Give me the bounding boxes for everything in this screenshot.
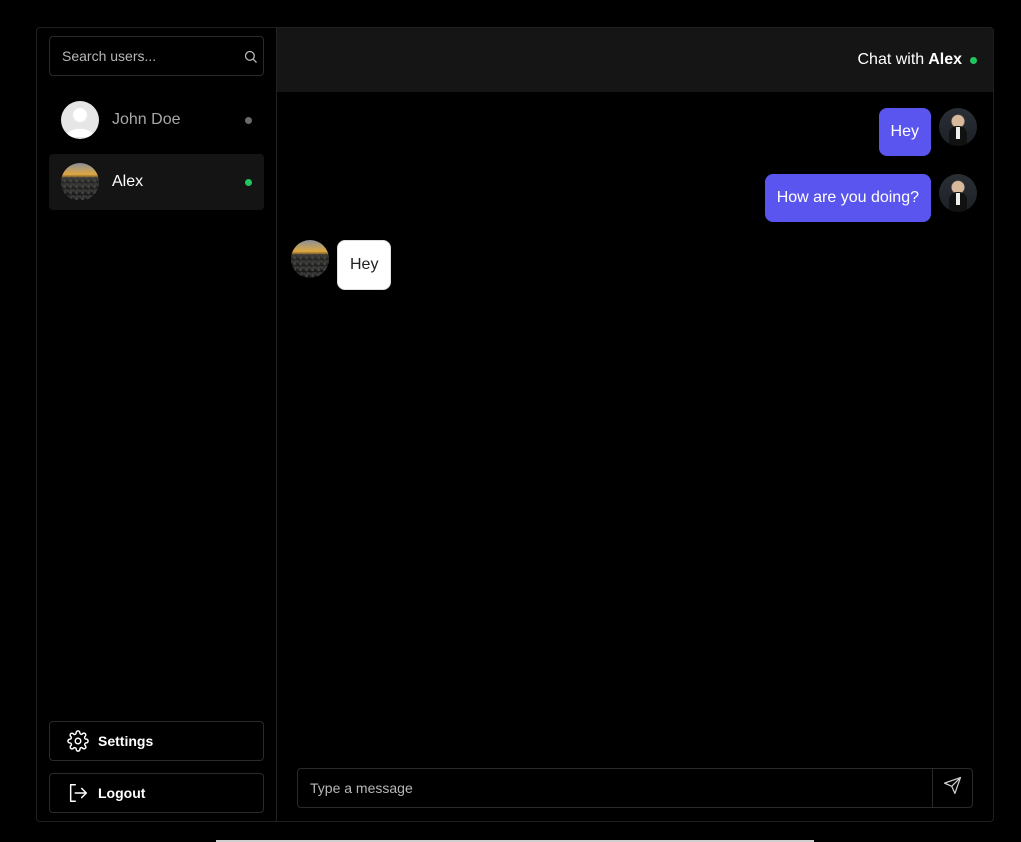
message-list: Hey How are you doing? Hey	[277, 92, 993, 290]
avatar	[61, 163, 99, 201]
search-input[interactable]	[62, 48, 243, 64]
message-input[interactable]	[298, 769, 932, 807]
status-dot-offline	[245, 116, 252, 124]
settings-button[interactable]: Settings	[49, 721, 264, 761]
chat-app: John Doe Alex Settings Logout	[36, 27, 994, 822]
avatar	[61, 101, 99, 139]
send-button[interactable]	[932, 769, 972, 807]
user-item-john-doe[interactable]: John Doe	[49, 92, 264, 148]
avatar	[939, 108, 977, 146]
user-name: John Doe	[112, 111, 181, 128]
chat-header: Chat with Alex	[277, 28, 993, 92]
user-name: Alex	[112, 173, 144, 190]
search-box[interactable]	[49, 36, 264, 76]
settings-label: Settings	[98, 733, 154, 749]
search-icon[interactable]	[243, 47, 258, 65]
gear-icon	[66, 729, 90, 753]
message-composer	[297, 768, 973, 808]
status-dot-online	[245, 178, 252, 186]
message-outgoing: Hey	[291, 108, 977, 156]
user-item-alex[interactable]: Alex	[49, 154, 264, 210]
status-dot-online	[970, 56, 977, 64]
message-incoming: Hey	[291, 240, 977, 290]
logout-label: Logout	[98, 785, 146, 801]
logout-button[interactable]: Logout	[49, 773, 264, 813]
sidebar-actions: Settings Logout	[49, 709, 264, 813]
send-icon	[943, 776, 962, 800]
message-bubble: How are you doing?	[764, 174, 931, 222]
logout-icon	[66, 781, 90, 805]
message-bubble: Hey	[337, 240, 392, 290]
message-bubble: Hey	[878, 108, 931, 156]
chat-header-name: Alex	[928, 51, 962, 68]
sidebar: John Doe Alex Settings Logout	[37, 28, 277, 821]
chat-panel: Chat with Alex Hey How are you doing? He…	[277, 28, 993, 821]
message-outgoing: How are you doing?	[291, 174, 977, 222]
avatar	[291, 240, 329, 278]
avatar	[939, 174, 977, 212]
user-list: John Doe Alex	[49, 92, 264, 210]
chat-header-prefix: Chat with	[857, 51, 925, 68]
